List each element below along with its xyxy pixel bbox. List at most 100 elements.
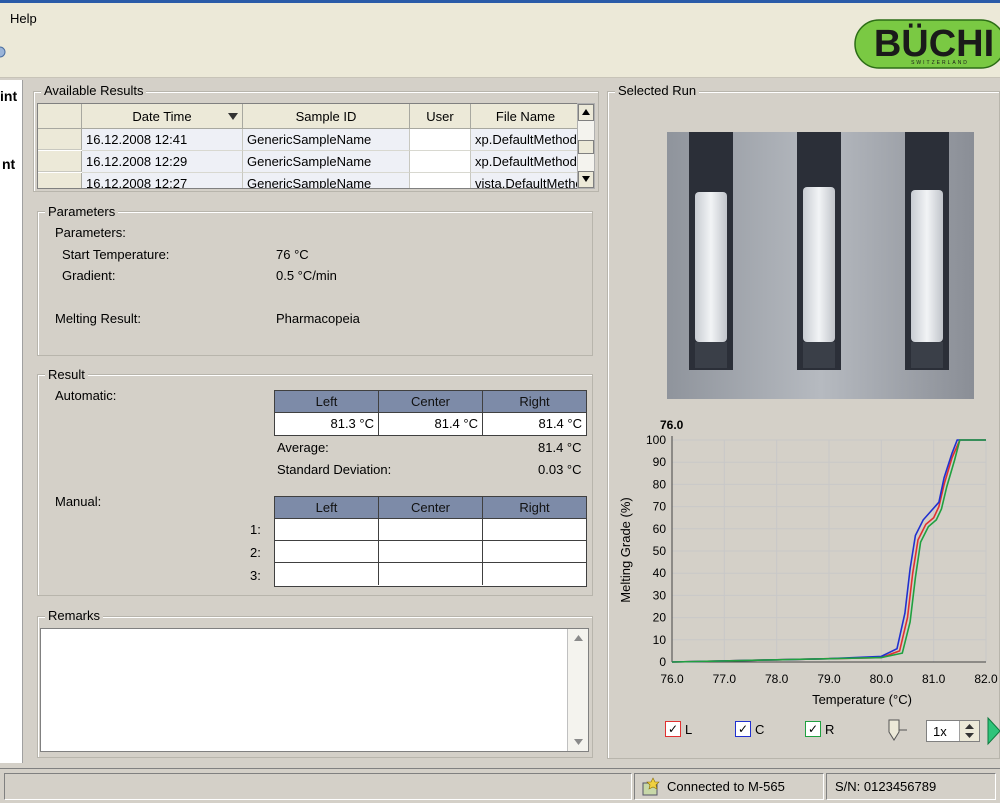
- col-header-user[interactable]: User: [410, 104, 471, 129]
- position-slider-icon[interactable]: [885, 718, 907, 744]
- remarks-textarea[interactable]: [40, 628, 589, 752]
- melting-grade-chart: 76.0 0 10 20 30 40 50 60 70 80 90 100 76.0 77.0 78.0…: [618, 418, 998, 707]
- nav-item-1[interactable]: int: [0, 88, 17, 104]
- manual-cell-left[interactable]: [275, 563, 379, 585]
- check-icon: ✓: [665, 721, 681, 737]
- x-tick-label: 76.0: [660, 672, 684, 686]
- menu-bar: Help: [0, 3, 1000, 33]
- x-tick-labels: 76.0 77.0 78.0 79.0 80.0 81.0 82.0: [660, 672, 998, 686]
- play-icon[interactable]: [986, 716, 1000, 746]
- table-cell-user[interactable]: [410, 173, 471, 188]
- table-cell-sample[interactable]: GenericSampleName: [243, 151, 410, 173]
- manual-row-label: 1:: [250, 522, 261, 537]
- stddev-value: 0.03 °C: [538, 462, 582, 477]
- left-navigation: int nt: [0, 80, 23, 763]
- table-cell-file[interactable]: xp.DefaultMethodN: [471, 151, 577, 173]
- checkbox-c-label: C: [755, 722, 765, 737]
- parameters-heading: Parameters:: [55, 225, 126, 240]
- y-tick-labels: 0 10 20 30 40 50 60 70 80 90 100: [646, 433, 666, 669]
- manual-row[interactable]: [275, 563, 586, 585]
- auto-header-left: Left: [275, 391, 379, 413]
- row-header[interactable]: [38, 151, 82, 172]
- results-scrollbar[interactable]: [577, 103, 595, 189]
- average-label: Average:: [277, 440, 329, 455]
- toolbar: [0, 33, 1000, 78]
- table-cell-sample[interactable]: GenericSampleName: [243, 173, 410, 188]
- x-tick-label: 79.0: [817, 672, 841, 686]
- manual-result-table: Left Center Right: [274, 496, 587, 587]
- y-tick-label: 10: [653, 633, 667, 647]
- manual-cell-left[interactable]: [275, 519, 379, 541]
- arrow-down-icon[interactable]: [965, 733, 974, 738]
- y-tick-label: 80: [653, 477, 667, 491]
- auto-value-center: 81.4 °C: [379, 413, 483, 435]
- arrow-up-icon[interactable]: [965, 724, 974, 729]
- manual-cell-center[interactable]: [379, 563, 483, 585]
- scroll-thumb[interactable]: [578, 140, 594, 154]
- table-cell-file[interactable]: vista.DefaultMethod: [471, 173, 577, 188]
- col-header-datetime[interactable]: Date Time: [82, 104, 243, 129]
- x-axis-label: Temperature (°C): [812, 692, 912, 707]
- manual-row[interactable]: [275, 541, 586, 563]
- checkbox-r[interactable]: ✓ R: [805, 721, 845, 739]
- print-icon[interactable]: [0, 44, 8, 60]
- available-results-title: Available Results: [41, 83, 147, 98]
- table-cell-datetime[interactable]: 16.12.2008 12:29: [82, 151, 243, 173]
- gradient-value: 0.5 °C/min: [276, 268, 337, 283]
- y-tick-label: 90: [653, 455, 667, 469]
- speed-value: 1x: [933, 724, 947, 739]
- automatic-result-table: Left Center Right 81.3 °C 81.4 °C 81.4 °…: [274, 390, 587, 436]
- scroll-down-button[interactable]: [578, 171, 594, 188]
- status-bar: Connected to M-565 S/N: 0123456789: [0, 768, 1000, 803]
- remarks-title: Remarks: [45, 608, 104, 623]
- check-icon: ✓: [735, 721, 751, 737]
- y-tick-label: 20: [653, 611, 667, 625]
- table-cell-sample[interactable]: GenericSampleName: [243, 129, 410, 151]
- capillary-right: [905, 132, 949, 370]
- col-header-file-name[interactable]: File Name: [471, 104, 577, 129]
- table-cell-user[interactable]: [410, 151, 471, 173]
- nav-item-2[interactable]: nt: [2, 156, 15, 172]
- table-cell-datetime[interactable]: 16.12.2008 12:41: [82, 129, 243, 151]
- scroll-up-button[interactable]: [578, 104, 594, 121]
- checkbox-c[interactable]: ✓ C: [735, 721, 775, 739]
- table-cell-file[interactable]: xp.DefaultMethodN: [471, 129, 577, 151]
- menu-help[interactable]: Help: [10, 11, 37, 26]
- chart-grid: [671, 439, 987, 663]
- chart-title: 76.0: [660, 418, 684, 432]
- table-cell-user[interactable]: [410, 129, 471, 151]
- table-corner-header: [38, 104, 82, 129]
- x-tick-label: 78.0: [765, 672, 789, 686]
- average-value: 81.4 °C: [538, 440, 582, 455]
- melting-result-value: Pharmacopeia: [276, 311, 360, 326]
- capillary-camera-image: [667, 132, 974, 399]
- checkbox-r-label: R: [825, 722, 835, 737]
- manual-row[interactable]: [275, 519, 586, 541]
- sort-down-icon: [228, 113, 238, 120]
- y-axis-label: Melting Grade (%): [618, 497, 633, 602]
- arrow-down-icon[interactable]: [574, 739, 583, 745]
- manual-cell-center[interactable]: [379, 519, 483, 541]
- manual-cell-left[interactable]: [275, 541, 379, 563]
- y-tick-label: 60: [653, 522, 667, 536]
- connection-icon: [642, 777, 660, 796]
- spinner-buttons[interactable]: [959, 721, 979, 741]
- speed-spinner[interactable]: 1x: [926, 720, 980, 742]
- remarks-scrollbar[interactable]: [567, 629, 588, 751]
- col-header-sample-id[interactable]: Sample ID: [243, 104, 410, 129]
- arrow-up-icon[interactable]: [574, 635, 583, 641]
- manual-row-label: 3:: [250, 568, 261, 583]
- y-tick-label: 50: [653, 544, 667, 558]
- y-tick-label: 0: [659, 655, 666, 669]
- svg-text:SWITZERLAND: SWITZERLAND: [911, 60, 969, 66]
- row-header[interactable]: [38, 129, 82, 150]
- table-cell-datetime[interactable]: 16.12.2008 12:27: [82, 173, 243, 188]
- checkbox-l[interactable]: ✓ L: [665, 721, 705, 739]
- automatic-label: Automatic:: [55, 388, 117, 403]
- connection-status: Connected to M-565: [667, 779, 785, 794]
- row-header[interactable]: [38, 173, 82, 188]
- manual-cell-center[interactable]: [379, 541, 483, 563]
- svg-text:BÜCHI: BÜCHI: [874, 22, 994, 65]
- y-tick-label: 40: [653, 566, 667, 580]
- manual-row-label: 2:: [250, 545, 261, 560]
